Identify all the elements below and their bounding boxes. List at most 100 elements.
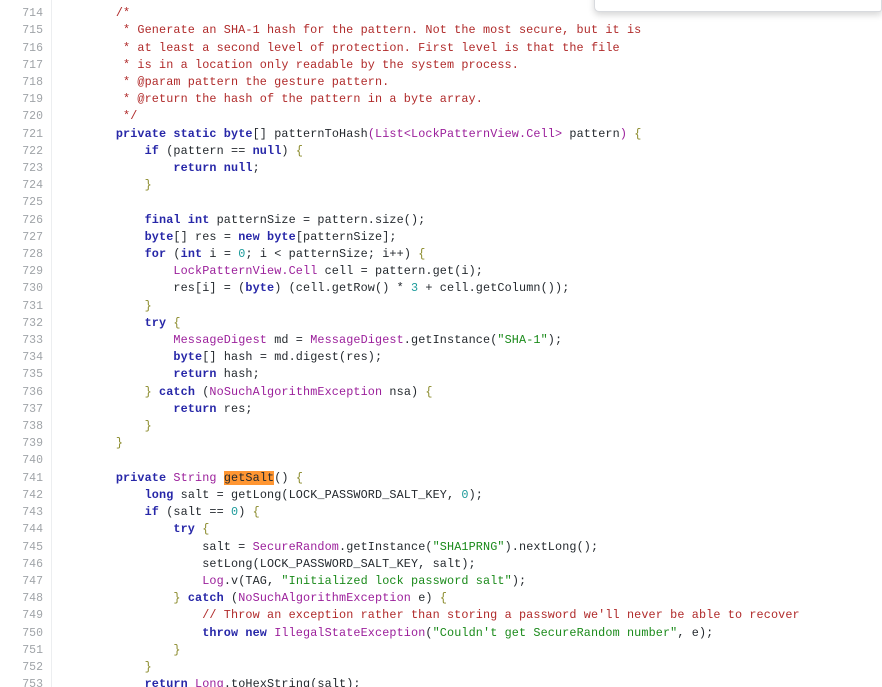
line-content[interactable]: return res; [52, 401, 882, 418]
line-number[interactable]: 751 [0, 641, 52, 659]
code-line: 721 private static byte[] patternToHash(… [0, 125, 882, 143]
line-content[interactable]: } [52, 298, 882, 315]
line-content[interactable]: * at least a second level of protection.… [52, 40, 882, 57]
line-number[interactable]: 734 [0, 349, 52, 367]
line-content[interactable]: } catch (NoSuchAlgorithmException nsa) { [52, 384, 882, 401]
line-number[interactable]: 752 [0, 658, 52, 677]
code-token: int [180, 247, 203, 262]
line-content[interactable]: Log.v(TAG, "Initialized lock password sa… [52, 573, 882, 590]
line-number[interactable]: 743 [0, 504, 52, 522]
line-content[interactable]: byte[] hash = md.digest(res); [52, 349, 882, 366]
code-line: 749 // Throw an exception rather than st… [0, 607, 882, 625]
line-content[interactable]: } [52, 642, 882, 659]
line-number[interactable]: 742 [0, 486, 52, 505]
code-token: ); [547, 333, 563, 348]
line-number[interactable]: 744 [0, 521, 52, 539]
line-content[interactable]: private String getSalt() { [52, 470, 882, 487]
line-number[interactable]: 738 [0, 418, 52, 436]
line-number[interactable]: 733 [0, 332, 52, 350]
code-token: ( [166, 247, 181, 262]
line-content[interactable]: } [52, 418, 882, 435]
line-content[interactable]: } catch (NoSuchAlgorithmException e) { [52, 590, 882, 607]
code-token: NoSuchAlgorithmException [238, 591, 412, 606]
line-number[interactable]: 717 [0, 56, 52, 75]
line-number[interactable]: 741 [0, 469, 52, 487]
line-number[interactable]: 748 [0, 590, 52, 608]
line-number[interactable]: 729 [0, 263, 52, 281]
floating-search-panel[interactable] [594, 0, 882, 12]
line-content[interactable]: try { [52, 521, 882, 538]
line-content[interactable]: long salt = getLong(LOCK_PASSWORD_SALT_K… [52, 487, 882, 504]
line-content[interactable]: if (pattern == null) { [52, 143, 882, 160]
line-content[interactable]: salt = SecureRandom.getInstance("SHA1PRN… [52, 539, 882, 556]
line-number[interactable]: 721 [0, 125, 52, 143]
code-line: 725 [0, 194, 882, 212]
line-number[interactable]: 725 [0, 194, 52, 212]
line-content[interactable]: * @return the hash of the pattern in a b… [52, 91, 882, 108]
line-number[interactable]: 737 [0, 400, 52, 419]
line-content[interactable]: * @param pattern the gesture pattern. [52, 74, 882, 91]
line-content[interactable]: final int patternSize = pattern.size(); [52, 212, 882, 229]
line-number[interactable]: 718 [0, 74, 52, 92]
line-content[interactable]: * is in a location only readable by the … [52, 57, 882, 74]
line-number[interactable]: 728 [0, 246, 52, 264]
line-content[interactable]: setLong(LOCK_PASSWORD_SALT_KEY, salt); [52, 556, 882, 573]
line-number[interactable]: 740 [0, 452, 52, 470]
line-content[interactable]: MessageDigest md = MessageDigest.getInst… [52, 332, 882, 349]
code-token: .getInstance( [339, 539, 433, 554]
line-number[interactable]: 714 [0, 5, 52, 23]
line-content[interactable]: return null; [52, 160, 882, 177]
line-number[interactable]: 715 [0, 22, 52, 40]
line-number[interactable]: 726 [0, 211, 52, 229]
line-content[interactable]: throw new IllegalStateException("Couldn'… [52, 625, 882, 642]
line-content[interactable]: return Long.toHexString(salt); [52, 676, 882, 687]
line-content[interactable]: } [52, 177, 882, 194]
line-content[interactable] [52, 194, 882, 211]
line-number[interactable]: 724 [0, 177, 52, 195]
code-token: { [252, 505, 260, 520]
line-number[interactable]: 716 [0, 39, 52, 57]
line-number[interactable]: 720 [0, 108, 52, 126]
line-content[interactable]: * Generate an SHA-1 hash for the pattern… [52, 22, 882, 39]
line-content[interactable]: */ [52, 108, 882, 125]
code-line: 741 private String getSalt() { [0, 469, 882, 487]
line-number[interactable]: 736 [0, 383, 52, 401]
line-number[interactable]: 750 [0, 624, 52, 642]
line-number[interactable]: 722 [0, 142, 52, 161]
line-content[interactable]: LockPatternView.Cell cell = pattern.get(… [52, 263, 882, 280]
line-number[interactable]: 753 [0, 676, 52, 687]
line-number[interactable]: 739 [0, 435, 52, 453]
line-number[interactable]: 731 [0, 297, 52, 315]
line-content[interactable]: for (int i = 0; i < patternSize; i++) { [52, 246, 882, 263]
line-content[interactable]: if (salt == 0) { [52, 504, 882, 521]
line-number[interactable]: 730 [0, 280, 52, 298]
code-token: cell = pattern.get(i); [317, 264, 483, 279]
line-number[interactable]: 747 [0, 572, 52, 591]
line-content[interactable]: private static byte[] patternToHash(List… [52, 126, 882, 143]
line-content[interactable]: } [52, 659, 882, 676]
code-token: ) [281, 143, 296, 158]
line-number[interactable]: 732 [0, 314, 52, 333]
line-content[interactable]: byte[] res = new byte[patternSize]; [52, 229, 882, 246]
line-number[interactable]: 746 [0, 555, 52, 573]
code-line: 735 return hash; [0, 366, 882, 384]
line-content[interactable]: res[i] = (byte) (cell.getRow() * 3 + cel… [52, 280, 882, 297]
line-content[interactable]: } [52, 435, 882, 452]
line-content[interactable]: try { [52, 315, 882, 332]
line-number[interactable]: 719 [0, 91, 52, 109]
code-line: 752 } [0, 658, 882, 677]
line-number[interactable]: 749 [0, 607, 52, 625]
line-number[interactable]: 723 [0, 160, 52, 178]
line-number[interactable]: 735 [0, 366, 52, 384]
line-number[interactable]: 727 [0, 228, 52, 247]
code-token: nsa) [382, 384, 426, 399]
line-number[interactable]: 745 [0, 538, 52, 556]
line-content[interactable]: return hash; [52, 366, 882, 383]
code-token: "SHA-1" [497, 333, 548, 348]
line-content[interactable] [52, 452, 882, 469]
code-token: byte [245, 281, 275, 296]
line-content[interactable]: // Throw an exception rather than storin… [52, 607, 882, 624]
